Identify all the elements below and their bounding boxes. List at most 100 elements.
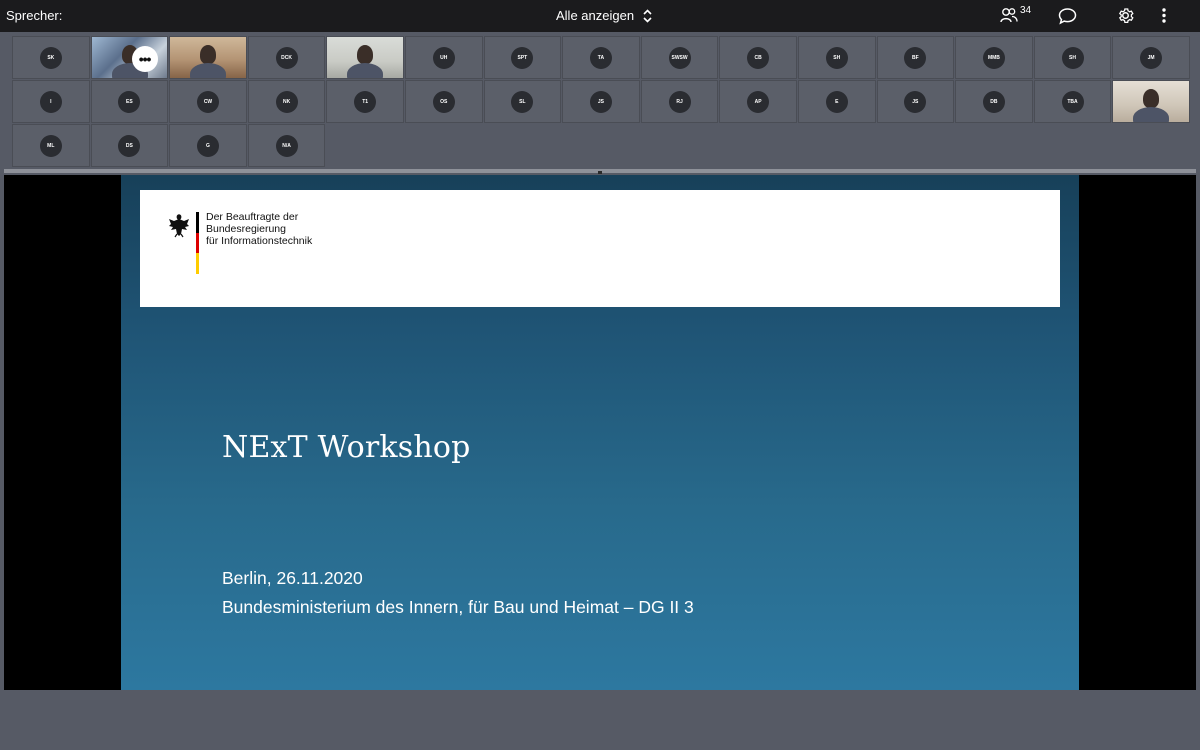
participant-tile[interactable]: SPT xyxy=(483,36,562,79)
participant-tile[interactable]: SK xyxy=(12,36,90,79)
chevron-up-down-icon xyxy=(643,8,652,23)
participant-tile[interactable]: T1 xyxy=(326,80,404,123)
participant-initials: DB xyxy=(982,90,1005,113)
participant-tile[interactable]: BF xyxy=(876,36,955,79)
slide-logo-header: Der Beauftragte der Bundesregierung für … xyxy=(140,190,1060,307)
participant-initials: RJ xyxy=(668,90,691,113)
participant-tile[interactable]: JS xyxy=(876,80,955,123)
screen-share-stage: Der Beauftragte der Bundesregierung für … xyxy=(4,175,1196,690)
more-vertical-icon xyxy=(1162,8,1166,23)
participant-tile[interactable] xyxy=(1112,80,1190,123)
participant-initials: N/A xyxy=(275,134,298,157)
participant-initials: T1 xyxy=(354,90,377,113)
slide-org-line: Bundesministerium des Innern, für Bau un… xyxy=(222,597,694,617)
participant-tile[interactable]: E xyxy=(797,80,876,123)
participant-silhouette xyxy=(1133,107,1170,122)
chat-icon xyxy=(1058,8,1077,25)
participant-silhouette xyxy=(1143,89,1160,108)
participant-silhouette xyxy=(190,63,227,78)
participant-tile[interactable]: ••• xyxy=(90,36,169,79)
participant-tile[interactable]: CW xyxy=(169,80,247,123)
participant-initials: ML xyxy=(39,134,62,157)
logo-line: für Informationstechnik xyxy=(206,235,313,247)
participant-initials: SH xyxy=(825,46,848,69)
participant-tile[interactable]: ES xyxy=(90,80,169,123)
top-bar: Sprecher: Alle anzeigen 34 xyxy=(0,0,1200,32)
participant-tile[interactable]: N/A xyxy=(247,124,326,167)
participant-initials: JS xyxy=(904,90,927,113)
participant-initials: SL xyxy=(511,90,534,113)
participant-tile[interactable]: G xyxy=(169,124,247,167)
participant-tile[interactable]: I xyxy=(12,80,90,123)
participant-initials: E xyxy=(825,90,848,113)
speaker-label: Sprecher: xyxy=(6,8,63,23)
participant-initials: SPT xyxy=(511,46,534,69)
participant-tile[interactable]: AP xyxy=(719,80,797,123)
participant-video xyxy=(170,37,246,78)
view-selector-label: Alle anzeigen xyxy=(556,8,635,23)
participant-tile[interactable]: SWSW xyxy=(640,36,719,79)
tile-options-icon[interactable]: ••• xyxy=(131,46,158,72)
participant-initials: DCK xyxy=(275,46,298,69)
federal-eagle-logo xyxy=(169,214,189,238)
participant-initials: G xyxy=(196,134,219,157)
resize-handle[interactable] xyxy=(598,171,602,174)
german-flag-stripe xyxy=(196,212,199,274)
participant-video xyxy=(1113,81,1189,122)
logo-line: Bundesregierung xyxy=(206,223,286,235)
participant-initials: SWSW xyxy=(668,46,691,69)
participant-initials: CW xyxy=(196,90,219,113)
participant-tile[interactable]: CB xyxy=(719,36,797,79)
participant-tile[interactable]: JS xyxy=(562,80,640,123)
participant-tile[interactable]: SH xyxy=(797,36,876,79)
participant-initials: OS xyxy=(432,90,455,113)
participants-count: 34 xyxy=(1020,5,1032,16)
participant-tile[interactable]: NK xyxy=(247,80,326,123)
participant-silhouette xyxy=(200,45,217,64)
slide-date-line: Berlin, 26.11.2020 xyxy=(222,568,363,588)
participant-tile[interactable]: DS xyxy=(90,124,169,167)
slide-title: NExT Workshop xyxy=(222,430,471,465)
participant-video xyxy=(327,37,403,78)
participant-grid: SK ••• DCK UH SPT TA SWSW CB SH BF MMB SH JM I ES CW NK T… xyxy=(12,36,1190,167)
participant-tile[interactable]: SL xyxy=(483,80,562,123)
participant-initials: MMB xyxy=(982,46,1005,69)
settings-button[interactable] xyxy=(1116,6,1135,30)
participant-tile[interactable]: DB xyxy=(955,80,1033,123)
participants-button[interactable]: 34 xyxy=(1000,5,1032,24)
participant-tile[interactable]: DCK xyxy=(247,36,326,79)
participant-tile[interactable]: MMB xyxy=(955,36,1033,79)
more-options-button[interactable] xyxy=(1157,6,1171,30)
participant-initials: JM xyxy=(1140,46,1163,69)
gear-icon xyxy=(1118,8,1134,24)
participant-initials: I xyxy=(39,90,62,113)
participant-initials: CB xyxy=(747,46,770,69)
participant-initials: UH xyxy=(432,46,455,69)
participant-tile[interactable]: RJ xyxy=(640,80,719,123)
participant-initials: SK xyxy=(39,46,62,69)
chat-button[interactable] xyxy=(1058,7,1077,30)
people-icon xyxy=(1000,8,1018,23)
participant-initials: TBA xyxy=(1061,90,1084,113)
logo-line: Der Beauftragte der xyxy=(206,211,299,223)
participant-initials: TA xyxy=(589,46,612,69)
participant-tile[interactable]: OS xyxy=(404,80,483,123)
participant-tile[interactable] xyxy=(326,36,404,79)
participant-tile[interactable]: ML xyxy=(12,124,90,167)
participant-tile[interactable]: UH xyxy=(404,36,483,79)
logo-text: Der Beauftragte der Bundesregierung für … xyxy=(206,211,312,247)
participant-initials: NK xyxy=(275,90,298,113)
participant-tile[interactable] xyxy=(169,36,247,79)
presentation-slide: Der Beauftragte der Bundesregierung für … xyxy=(121,175,1079,690)
participant-silhouette xyxy=(357,45,374,64)
participant-initials: SH xyxy=(1061,46,1084,69)
participant-initials: JS xyxy=(589,90,612,113)
view-selector[interactable]: Alle anzeigen xyxy=(556,8,652,23)
participant-silhouette xyxy=(347,63,384,78)
participant-tile[interactable]: TBA xyxy=(1033,80,1112,123)
participant-initials: DS xyxy=(118,134,141,157)
participant-tile[interactable]: JM xyxy=(1112,36,1190,79)
participant-tile[interactable]: SH xyxy=(1033,36,1112,79)
participant-initials: BF xyxy=(904,46,927,69)
participant-tile[interactable]: TA xyxy=(562,36,640,79)
